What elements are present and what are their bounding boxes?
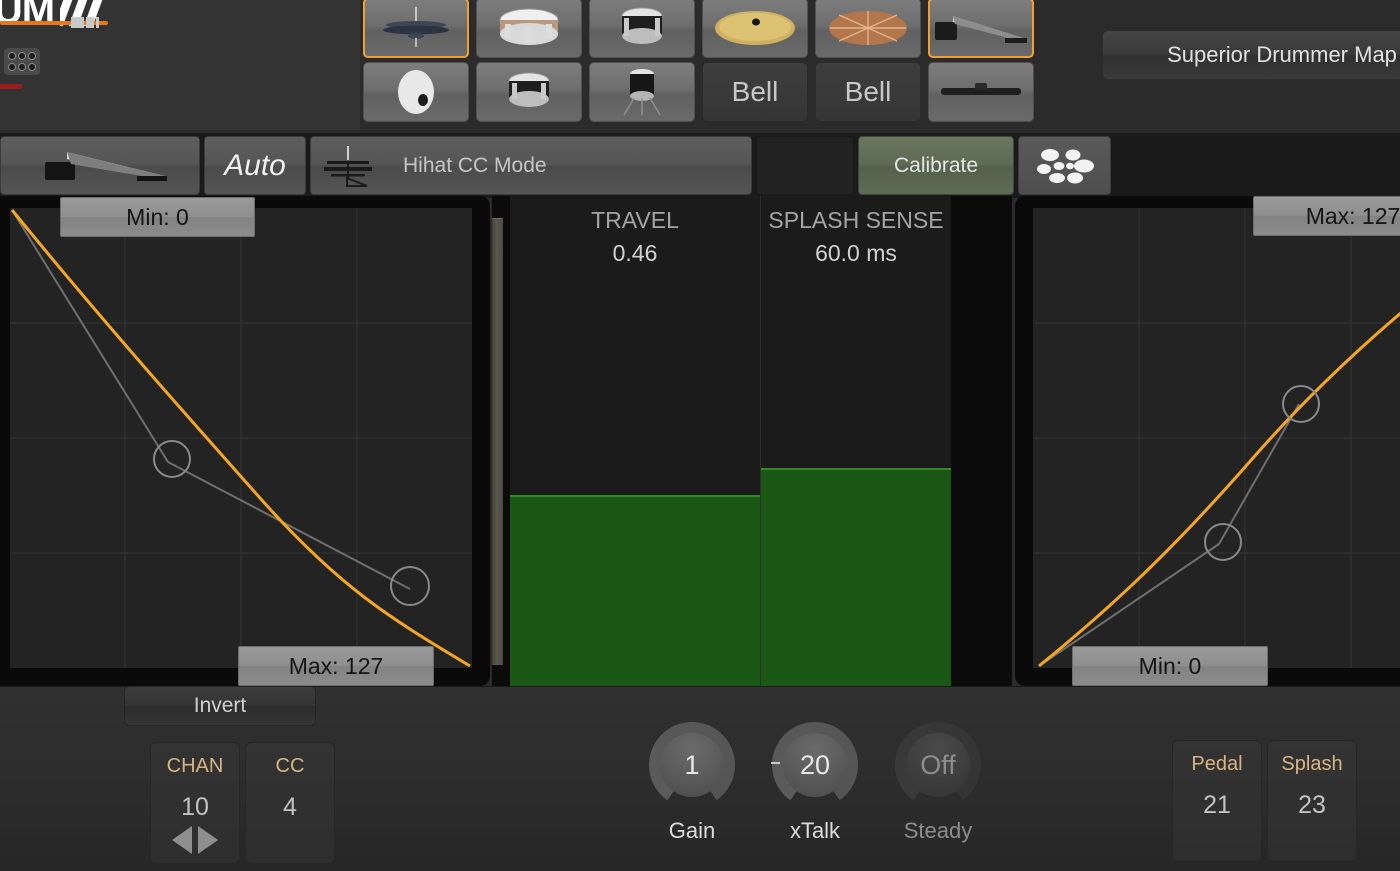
pad-grid-icon[interactable]	[4, 48, 40, 75]
instrument-button-kick[interactable]	[363, 62, 469, 122]
toolbar-mode-label: Hihat CC Mode	[403, 153, 547, 177]
splash-slot[interactable]: Splash 23	[1267, 740, 1357, 862]
cc-label: CC	[275, 755, 305, 777]
right-curve-max-label[interactable]: Max: 127	[1253, 196, 1400, 236]
gain-knob-label: Gain	[668, 818, 716, 843]
gain-knob-group[interactable]: 1 Gain	[646, 722, 738, 844]
splash-sense-meter[interactable]: SPLASH SENSE 60.0 ms	[761, 196, 951, 686]
splash-meter-title: SPLASH SENSE	[768, 207, 944, 233]
xtalk-knob-value: 20	[783, 733, 847, 797]
pedal-value: 21	[1203, 791, 1231, 819]
instrument-button-floor-tom[interactable]	[476, 62, 582, 122]
hihat-pedal-icon	[45, 151, 167, 181]
cc-value: 4	[283, 793, 297, 821]
right-curve-panel	[1015, 196, 1400, 686]
gain-knob-value: 1	[660, 733, 724, 797]
xtalk-knob-group[interactable]: 20 xTalk	[769, 722, 861, 844]
instrument-button-tom[interactable]	[589, 0, 695, 58]
floor-tom-icon	[508, 72, 550, 107]
instrument-button-snare[interactable]	[476, 0, 582, 58]
chan-next-icon[interactable]	[198, 826, 218, 854]
chan-value: 10	[181, 793, 209, 821]
invert-button[interactable]: Invert	[124, 686, 316, 726]
right-curve-svg	[1033, 208, 1400, 668]
splash-meter-fill	[761, 467, 951, 686]
drum-map-button[interactable]: Superior Drummer Map	[1102, 30, 1400, 80]
steady-knob-label: Steady	[903, 818, 973, 843]
left-curve-svg	[10, 208, 472, 668]
instrument-button-standing-tom[interactable]	[589, 62, 695, 122]
toolbar-spacer	[756, 136, 854, 195]
status-indicator-bar	[0, 84, 22, 89]
steady-knob-group[interactable]: Off Steady	[892, 722, 984, 844]
calibrate-button[interactable]: Calibrate	[858, 136, 1014, 195]
left-curve-plot[interactable]	[10, 208, 472, 668]
splash-value: 23	[1298, 791, 1326, 819]
left-curve-min-label[interactable]: Min: 0	[60, 197, 255, 237]
chan-slot[interactable]: CHAN 10	[150, 742, 240, 864]
drum-pads-icon	[1036, 148, 1094, 183]
meters-panel: TRAVEL 0.46 SPLASH SENSE 60.0 ms	[492, 196, 1012, 686]
travel-meter-fill	[510, 495, 760, 686]
gain-knob[interactable]: 1	[649, 722, 735, 808]
app-logo-text: RUM	[0, 0, 55, 32]
tom-drum-icon	[621, 7, 663, 44]
travel-threshold-slider[interactable]	[492, 218, 503, 665]
pedal-label: Pedal	[1191, 753, 1243, 775]
brand-area: RUM	[0, 0, 360, 130]
instrument-button-hihat[interactable]	[363, 0, 469, 58]
right-curve-min-label[interactable]: Min: 0	[1072, 646, 1268, 686]
instrument-button-hihat-pedal[interactable]	[928, 0, 1034, 58]
chan-prev-icon[interactable]	[172, 826, 192, 854]
steady-knob[interactable]: Off	[895, 722, 981, 808]
cc-slot[interactable]: CC 4	[245, 742, 335, 864]
hihat-icon	[383, 7, 449, 47]
drum-pads-button[interactable]	[1018, 136, 1111, 195]
chan-stepper[interactable]	[151, 825, 239, 855]
instrument-button-ride[interactable]	[702, 0, 808, 58]
hihat-toolbar: Auto Hihat CC Mode Calibrate	[0, 133, 1400, 198]
crash-cymbal-icon	[829, 11, 907, 45]
pedal-slot[interactable]: Pedal 21	[1172, 740, 1262, 862]
right-curve-plot[interactable]	[1033, 208, 1400, 668]
instrument-button-bell-1[interactable]: Bell	[702, 62, 808, 122]
travel-meter[interactable]: TRAVEL 0.46	[510, 196, 761, 686]
toolbar-mode-selector[interactable]: Hihat CC Mode	[310, 136, 752, 195]
instrument-button-bar-trigger[interactable]	[928, 62, 1034, 122]
left-curve-panel	[0, 196, 490, 686]
bar-trigger-icon	[941, 83, 1021, 95]
travel-meter-title: TRAVEL	[591, 207, 679, 233]
kick-pad-icon	[398, 70, 434, 114]
splash-label: Splash	[1281, 753, 1343, 775]
xtalk-knob[interactable]: 20	[771, 722, 858, 808]
instrument-label: Bell	[844, 76, 892, 107]
left-curve-max-label[interactable]: Max: 127	[238, 646, 434, 686]
xtalk-knob-indicator	[771, 762, 780, 764]
instrument-label: Bell	[731, 76, 779, 107]
splash-meter-value: 60.0 ms	[815, 240, 897, 266]
hihat-stand-icon	[324, 146, 372, 187]
snare-drum-icon	[499, 8, 559, 45]
standing-tom-icon	[623, 69, 661, 116]
travel-meter-value: 0.46	[612, 240, 658, 266]
ride-cymbal-icon	[715, 11, 795, 45]
steady-knob-value: Off	[906, 733, 970, 797]
xtalk-knob-label: xTalk	[789, 818, 841, 843]
toolbar-pedal-button[interactable]	[0, 136, 200, 195]
hihat-pedal-icon	[935, 16, 1027, 43]
chan-label: CHAN	[166, 755, 224, 777]
instrument-button-crash[interactable]	[815, 0, 921, 58]
instrument-button-bell-2[interactable]: Bell	[815, 62, 921, 122]
toolbar-auto-button[interactable]: Auto	[204, 136, 306, 195]
load-progress-handle	[71, 17, 101, 28]
